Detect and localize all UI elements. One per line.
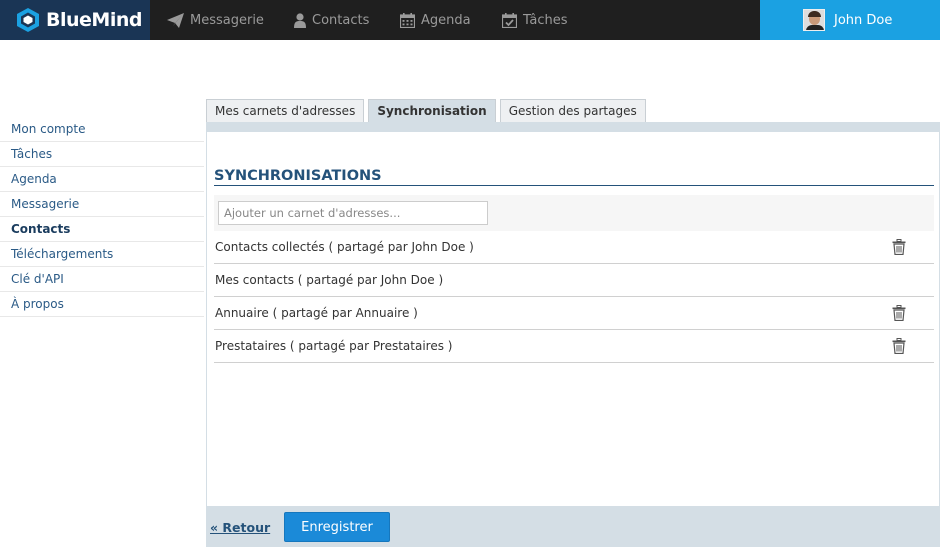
- brand[interactable]: BlueMind: [0, 0, 150, 40]
- sidebar-item-contacts[interactable]: Contacts: [0, 217, 204, 242]
- sidebar-item-telechargements[interactable]: Téléchargements: [0, 242, 204, 267]
- sidebar-item-taches[interactable]: Tâches: [0, 142, 204, 167]
- sidebar-item-mon-compte[interactable]: Mon compte: [0, 117, 204, 142]
- brand-name: BlueMind: [46, 9, 142, 31]
- list-item: Mes contacts ( partagé par John Doe ): [214, 264, 934, 297]
- tab-synchronisation[interactable]: Synchronisation: [368, 99, 496, 122]
- trash-icon[interactable]: [892, 239, 906, 255]
- add-book-row: [214, 195, 934, 231]
- user-icon: [294, 12, 306, 28]
- nav-messagerie-label: Messagerie: [190, 12, 264, 28]
- sidebar-item-agenda[interactable]: Agenda: [0, 167, 204, 192]
- book-label: Mes contacts ( partagé par John Doe ): [215, 273, 444, 287]
- settings-sidebar: Mon compte Tâches Agenda Messagerie Cont…: [0, 117, 204, 317]
- book-label: Annuaire ( partagé par Annuaire ): [215, 306, 418, 320]
- save-button[interactable]: Enregistrer: [284, 512, 390, 542]
- section-title: SYNCHRONISATIONS: [214, 168, 934, 186]
- tab-strip: [206, 122, 940, 132]
- calendar-icon: [400, 12, 415, 28]
- nav-messagerie[interactable]: Messagerie: [167, 0, 264, 40]
- trash-icon[interactable]: [892, 338, 906, 354]
- trash-icon[interactable]: [892, 305, 906, 321]
- user-name: John Doe: [834, 12, 893, 28]
- form-footer: « Retour Enregistrer: [206, 506, 940, 547]
- checked-calendar-icon: [502, 12, 517, 28]
- list-item: Annuaire ( partagé par Annuaire ): [214, 297, 934, 330]
- nav-taches[interactable]: Tâches: [502, 0, 568, 40]
- list-item: Contacts collectés ( partagé par John Do…: [214, 231, 934, 264]
- list-item: Prestataires ( partagé par Prestataires …: [214, 330, 934, 363]
- bluemind-logo-icon: [17, 8, 39, 32]
- sidebar-item-a-propos[interactable]: À propos: [0, 292, 204, 317]
- sidebar-item-cle-api[interactable]: Clé d'API: [0, 267, 204, 292]
- synced-books-list: Contacts collectés ( partagé par John Do…: [214, 231, 934, 363]
- back-link[interactable]: « Retour: [210, 520, 270, 535]
- nav-taches-label: Tâches: [523, 12, 568, 28]
- tab-mes-carnets[interactable]: Mes carnets d'adresses: [206, 99, 365, 122]
- nav-agenda-label: Agenda: [421, 12, 471, 28]
- book-label: Prestataires ( partagé par Prestataires …: [215, 339, 453, 353]
- nav-contacts-label: Contacts: [312, 12, 370, 28]
- nav-contacts[interactable]: Contacts: [294, 0, 369, 40]
- content-panel: SYNCHRONISATIONS Contacts collectés ( pa…: [206, 132, 940, 506]
- tab-gestion-partages[interactable]: Gestion des partages: [499, 99, 646, 122]
- avatar: [803, 9, 825, 31]
- user-menu[interactable]: John Doe: [760, 0, 940, 40]
- nav-agenda[interactable]: Agenda: [400, 0, 471, 40]
- paper-plane-icon: [167, 12, 184, 28]
- book-label: Contacts collectés ( partagé par John Do…: [215, 240, 474, 254]
- add-address-book-input[interactable]: [218, 201, 488, 225]
- tab-bar: Mes carnets d'adresses Synchronisation G…: [206, 99, 650, 122]
- sidebar-item-messagerie[interactable]: Messagerie: [0, 192, 204, 217]
- top-bar: BlueMind Messagerie Contacts Agenda Tâch…: [0, 0, 940, 40]
